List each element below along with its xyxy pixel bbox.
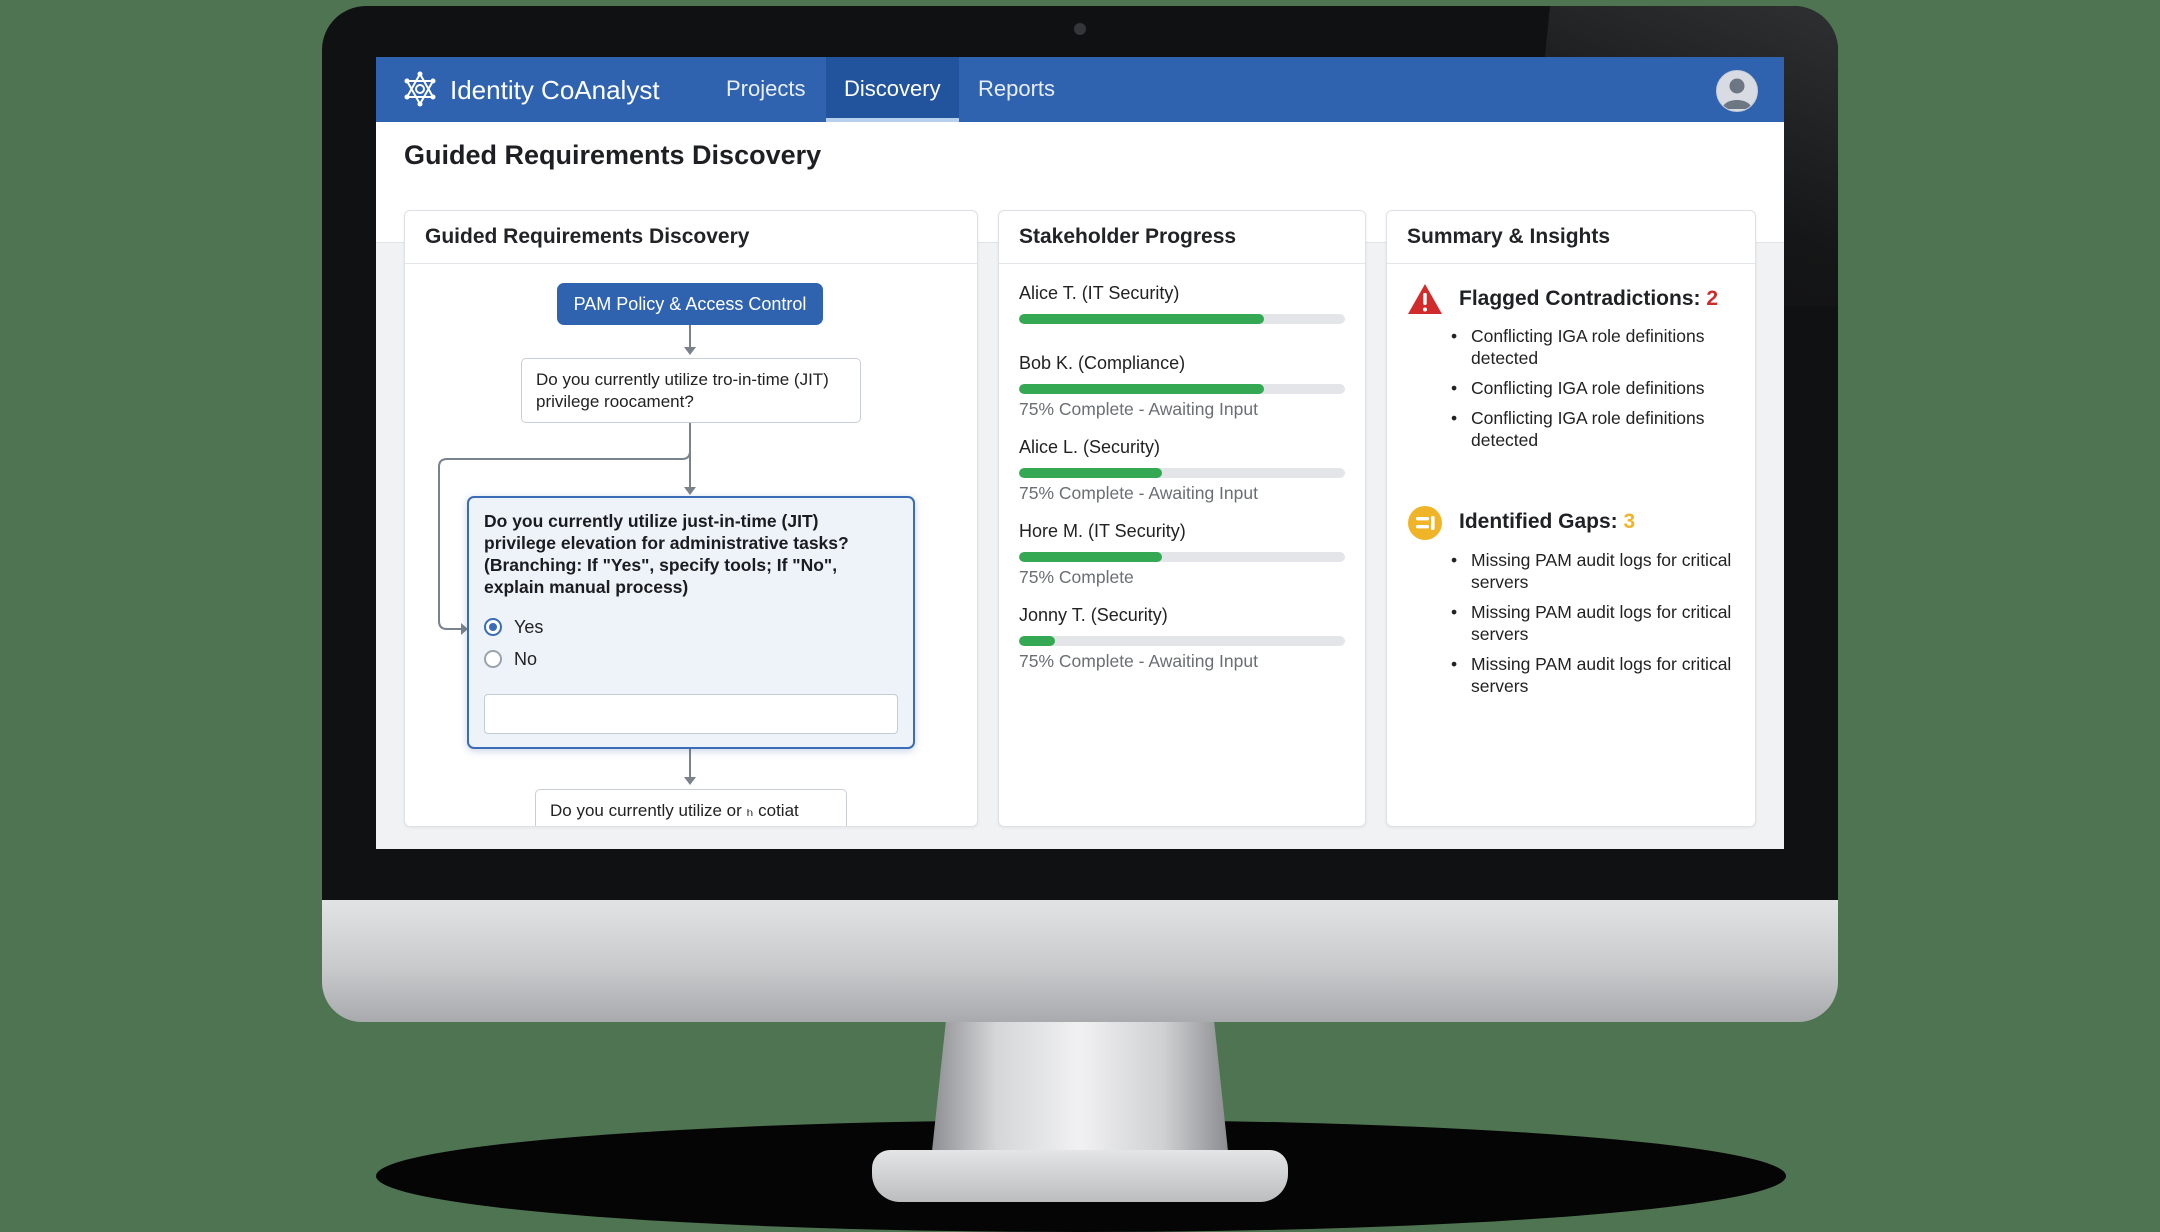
option-no-label: No bbox=[514, 649, 538, 669]
gap-item[interactable]: Missing PAM audit logs for critical serv… bbox=[1451, 601, 1751, 645]
stakeholder-status: 75% Complete - Awaiting Input bbox=[1019, 399, 1258, 419]
radio-no[interactable] bbox=[484, 650, 502, 668]
app-title: Identity CoAnalyst bbox=[450, 75, 660, 105]
stakeholder-name: Jonny T. (Security) bbox=[1019, 605, 1168, 625]
gap-indicator-icon bbox=[1408, 506, 1442, 540]
question-node-previous[interactable]: Do you currently utilize tro-in-time (JI… bbox=[521, 358, 861, 423]
stakeholder-name: Alice T. (IT Security) bbox=[1019, 283, 1180, 303]
gaps-heading: Identified Gaps: 3 bbox=[1459, 510, 1635, 534]
gaps-label: Identified Gaps: bbox=[1459, 510, 1618, 533]
stakeholder-name: Bob K. (Compliance) bbox=[1019, 353, 1186, 373]
gap-item[interactable]: Missing PAM audit logs for critical serv… bbox=[1451, 549, 1751, 593]
atom-network-icon bbox=[404, 71, 436, 107]
warning-triangle-icon bbox=[1408, 284, 1442, 314]
stakeholder-status: 75% Complete - Awaiting Input bbox=[1019, 651, 1258, 671]
stakeholder-progress-bar bbox=[1019, 636, 1345, 646]
gaps-list: Missing PAM audit logs for critical serv… bbox=[1451, 549, 1751, 705]
monitor-stand-foot bbox=[872, 1150, 1288, 1202]
stakeholder-progress-bar bbox=[1019, 552, 1345, 562]
stakeholder-name: Hore M. (IT Security) bbox=[1019, 521, 1186, 541]
contradiction-item[interactable]: Conflicting IGA role definitions bbox=[1451, 377, 1751, 399]
gap-item[interactable]: Missing PAM audit logs for critical serv… bbox=[1451, 653, 1751, 697]
monitor-chin bbox=[322, 900, 1838, 1022]
contradiction-item[interactable]: Conflicting IGA role definitions detecte… bbox=[1451, 325, 1751, 369]
stakeholder-progress-panel: Stakeholder Progress Alice T. (IT Securi… bbox=[998, 210, 1366, 827]
user-avatar-icon[interactable] bbox=[1716, 70, 1758, 112]
contradictions-heading: Flagged Contradictions: 2 bbox=[1459, 287, 1718, 311]
page-title: Guided Requirements Discovery bbox=[404, 140, 822, 170]
stakeholder-name: Alice L. (Security) bbox=[1019, 437, 1161, 457]
webcam-icon bbox=[1074, 23, 1086, 35]
stakeholder-status: 75% Complete - Awaiting Input bbox=[1019, 483, 1258, 503]
stakeholder-progress-bar bbox=[1019, 468, 1345, 478]
contradictions-list: Conflicting IGA role definitions detecte… bbox=[1451, 325, 1751, 459]
radio-yes[interactable] bbox=[484, 618, 502, 636]
tab-discovery[interactable]: Discovery bbox=[826, 57, 959, 122]
stakeholder-progress-bar bbox=[1019, 314, 1345, 324]
contradictions-label: Flagged Contradictions: bbox=[1459, 287, 1701, 310]
topic-node-button[interactable]: PAM Policy & Access Control bbox=[557, 283, 823, 325]
gaps-count-badge: 3 bbox=[1623, 510, 1636, 533]
stakeholder-progress-bar bbox=[1019, 384, 1345, 394]
contradictions-count-badge: 2 bbox=[1706, 287, 1719, 310]
stakeholder-status: 75% Complete bbox=[1019, 567, 1134, 587]
stakeholder-panel-title: Stakeholder Progress bbox=[999, 211, 1365, 264]
summary-insights-panel: Summary & Insights Flagged Contradiction… bbox=[1386, 210, 1756, 827]
question-node-next[interactable]: Do you currently utilize or ₕ cotiat adm… bbox=[535, 789, 847, 826]
option-yes-label: Yes bbox=[514, 617, 544, 637]
discovery-panel: Guided Requirements Discovery PAM Policy… bbox=[404, 210, 978, 827]
monitor-stand-neck bbox=[930, 1020, 1230, 1170]
app-screen: Identity CoAnalyst Projects Discovery Re… bbox=[376, 57, 1784, 849]
answer-text-input[interactable] bbox=[484, 694, 898, 734]
summary-panel-title: Summary & Insights bbox=[1387, 211, 1755, 264]
top-navbar: Identity CoAnalyst Projects Discovery Re… bbox=[376, 57, 1784, 122]
active-question-text: Do you currently utilize just-in-time (J… bbox=[484, 511, 849, 597]
question-node-active: Do you currently utilize just-in-time (J… bbox=[467, 496, 915, 749]
tab-projects[interactable]: Projects bbox=[708, 57, 823, 122]
contradiction-item[interactable]: Conflicting IGA role definitions detecte… bbox=[1451, 407, 1751, 451]
tab-reports[interactable]: Reports bbox=[960, 57, 1073, 122]
